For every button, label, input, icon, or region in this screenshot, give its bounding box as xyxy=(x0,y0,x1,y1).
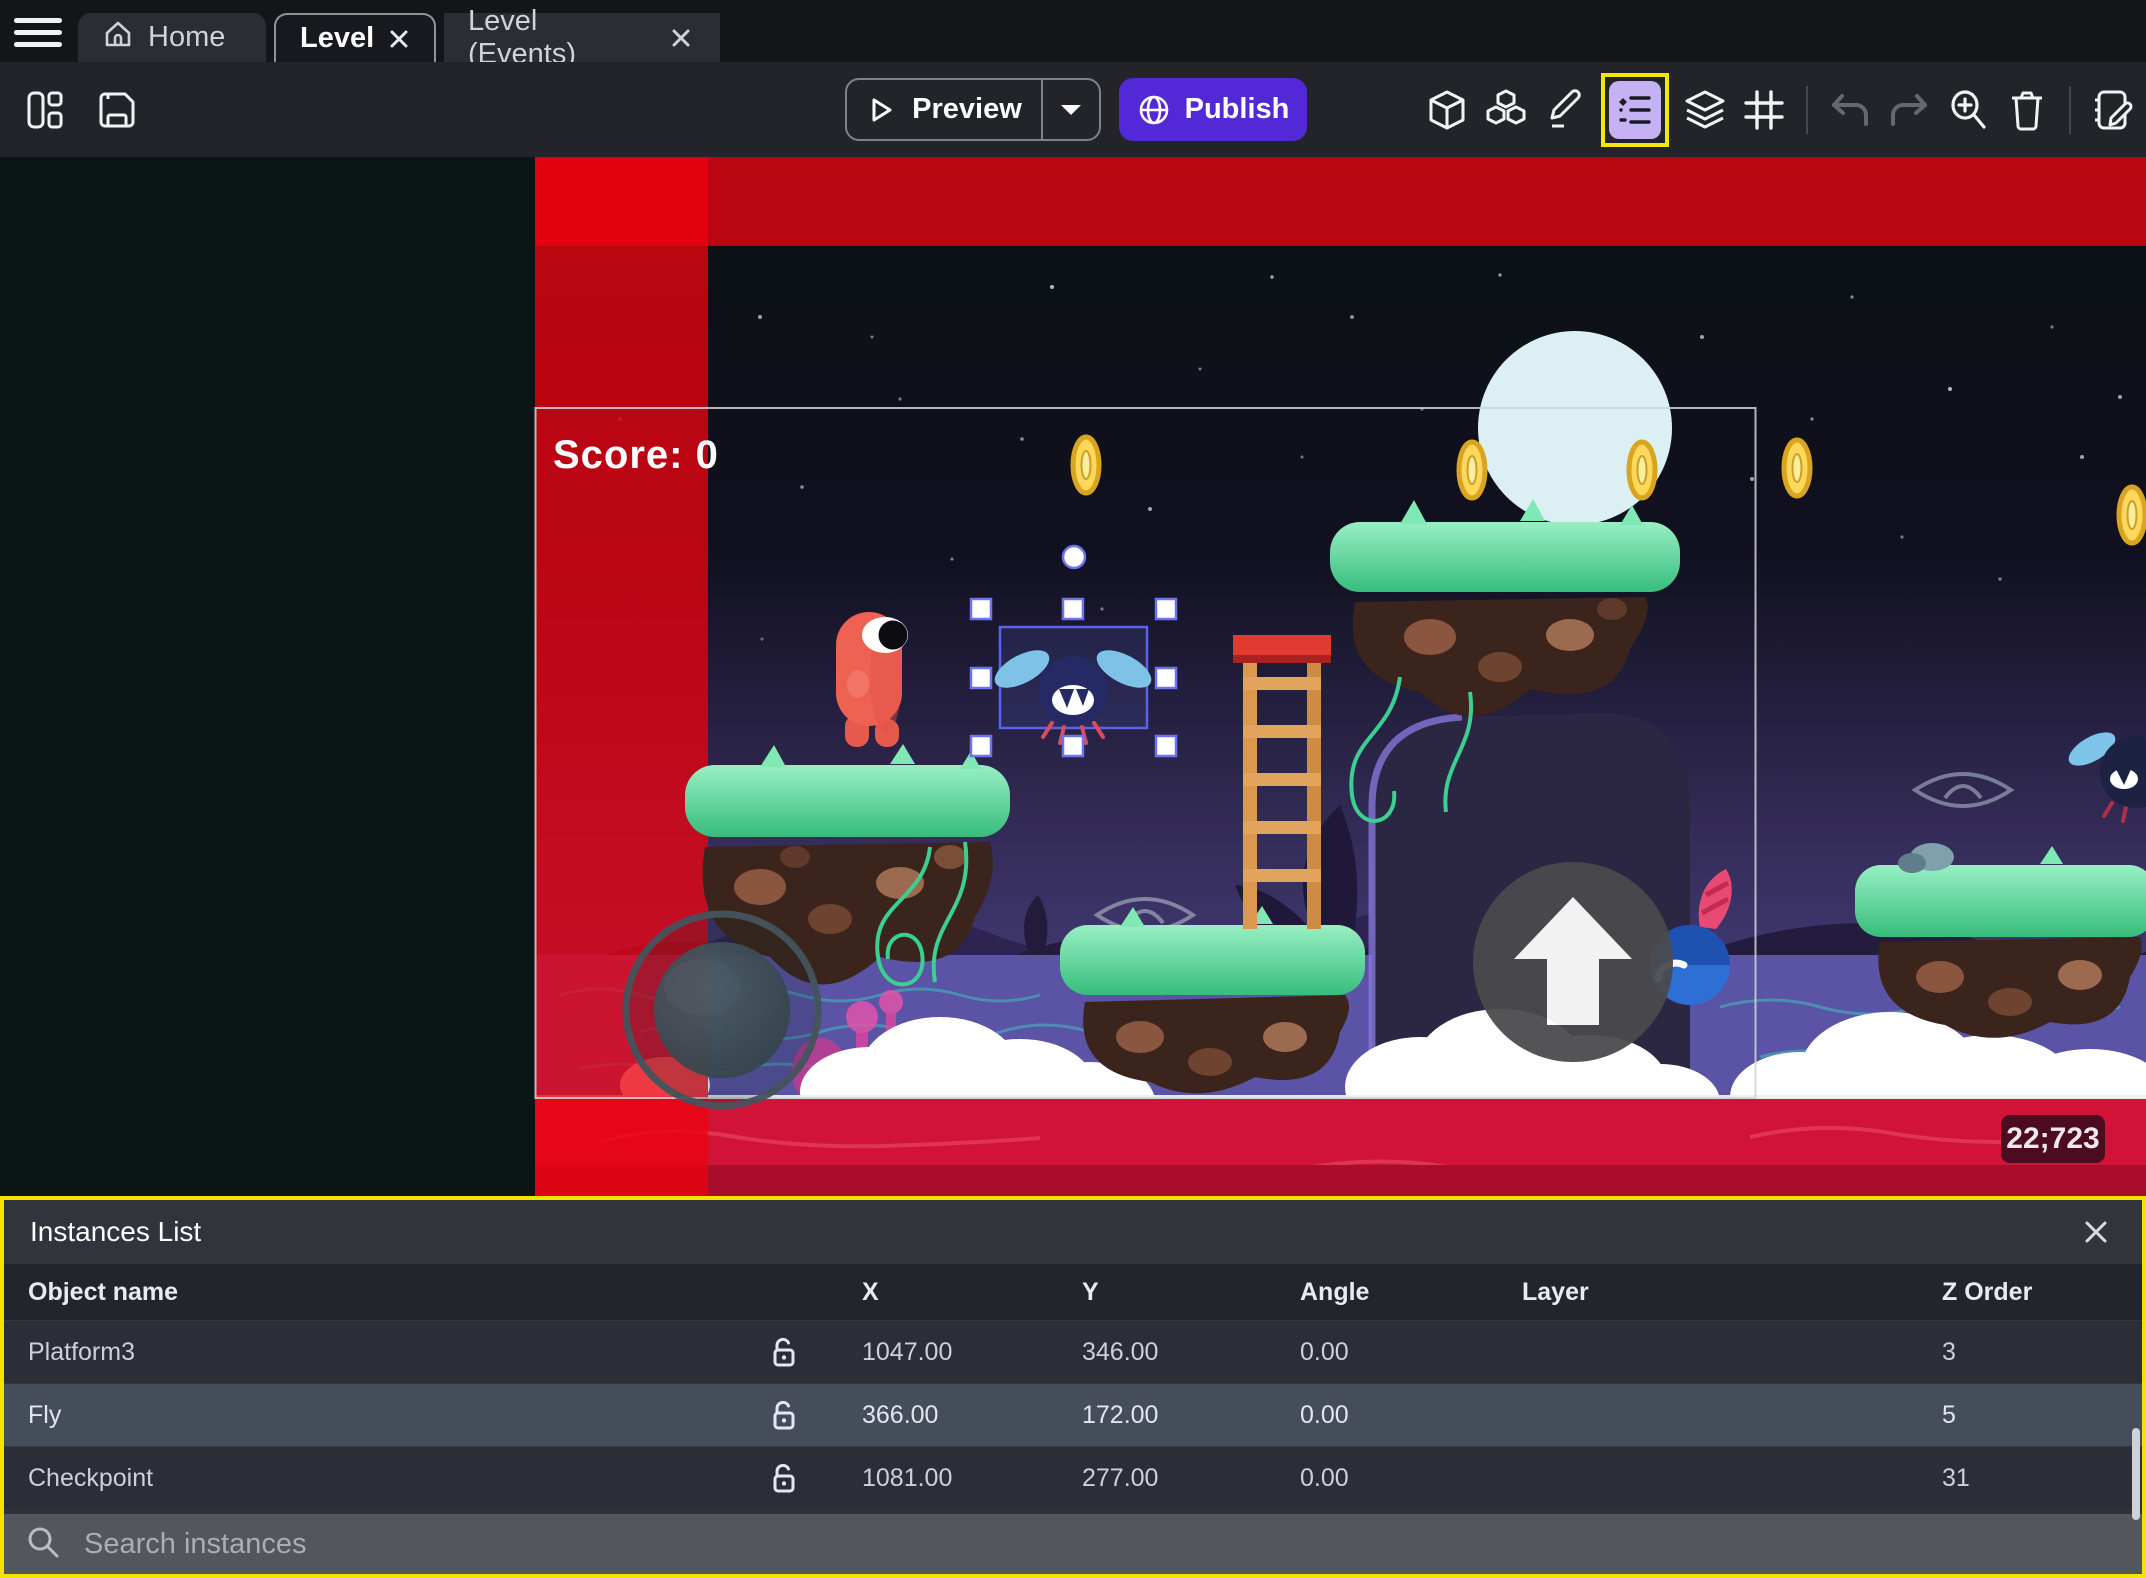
tab-bar: Home Level Level (Events) xyxy=(0,0,2146,70)
instance-y: 172.00 xyxy=(1082,1400,1159,1429)
gdevelop-editor-window: Home Level Level (Events) Preview Publis… xyxy=(0,0,2146,1578)
globe-icon xyxy=(1139,95,1168,124)
joystick-control[interactable] xyxy=(622,910,822,1110)
instance-z-order: 31 xyxy=(1942,1463,1970,1492)
instance-angle: 0.00 xyxy=(1300,1463,1349,1492)
column-header: Angle xyxy=(1300,1277,1370,1306)
rotation-handle[interactable] xyxy=(1061,544,1087,570)
hamburger-icon[interactable] xyxy=(14,13,62,51)
undo-icon[interactable] xyxy=(1827,85,1873,135)
panel-title: Instances List xyxy=(30,1216,202,1247)
scrollbar-thumb[interactable] xyxy=(2132,1428,2140,1520)
score-text-instance[interactable]: Score: 0 xyxy=(553,433,719,478)
redo-icon[interactable] xyxy=(1886,85,1932,135)
save-icon[interactable] xyxy=(94,85,140,135)
publish-label: Publish xyxy=(1184,93,1290,125)
coin[interactable] xyxy=(1626,439,1658,501)
lava-zone xyxy=(535,1098,2146,1196)
pencil-icon[interactable] xyxy=(1542,85,1588,135)
lock-open-icon[interactable] xyxy=(754,1336,814,1368)
cursor-coordinates-badge: 22;723 xyxy=(2001,1115,2105,1163)
column-header: X xyxy=(862,1277,879,1306)
chevron-down-icon[interactable] xyxy=(1043,80,1099,139)
instance-name: Checkpoint xyxy=(28,1463,154,1492)
instance-y: 346.00 xyxy=(1082,1337,1159,1366)
red-zone-horizontal[interactable] xyxy=(535,157,2146,246)
column-header: Y xyxy=(1082,1277,1099,1306)
zoom-in-icon[interactable] xyxy=(1945,85,1991,135)
instance-x: 1047.00 xyxy=(862,1337,953,1366)
coin[interactable] xyxy=(1070,434,1102,496)
table-header-row: Object name X Y Angle Layer Z Order xyxy=(4,1264,2142,1320)
table-row-selected[interactable]: Fly 366.00 172.00 0.00 5 xyxy=(4,1383,2142,1446)
instance-angle: 0.00 xyxy=(1300,1337,1349,1366)
tab-label: Home xyxy=(148,21,226,53)
instance-x: 1081.00 xyxy=(862,1463,953,1492)
cube-icon[interactable] xyxy=(1424,85,1470,135)
search-input[interactable] xyxy=(82,1526,2120,1562)
coin[interactable] xyxy=(2116,484,2146,546)
column-header: Z Order xyxy=(1942,1277,2033,1306)
main-toolbar: Preview Publish xyxy=(0,62,2146,157)
instance-z-order: 5 xyxy=(1942,1400,1956,1429)
divider xyxy=(1806,85,1808,134)
tab-label: Level xyxy=(300,22,375,54)
tab-level[interactable]: Level xyxy=(274,13,436,62)
tab-level-events[interactable]: Level (Events) xyxy=(444,5,720,70)
coin[interactable] xyxy=(1456,439,1488,501)
publish-button[interactable]: Publish xyxy=(1119,78,1307,141)
tab-home[interactable]: Home xyxy=(78,13,266,62)
column-header: Object name xyxy=(28,1277,179,1306)
close-icon[interactable] xyxy=(388,24,410,54)
close-icon[interactable] xyxy=(666,23,696,53)
grid-icon[interactable] xyxy=(1741,85,1787,135)
coin[interactable] xyxy=(1781,437,1813,499)
instances-list-icon[interactable] xyxy=(1601,72,1669,147)
instance-x: 366.00 xyxy=(862,1400,939,1429)
jump-button[interactable] xyxy=(1473,862,1673,1062)
instances-list-panel: Instances List Object name X Y Angle Lay… xyxy=(0,1196,2146,1578)
instance-name: Platform3 xyxy=(28,1337,135,1366)
close-icon[interactable] xyxy=(2076,1212,2116,1252)
table-row[interactable]: Checkpoint 1081.00 277.00 0.00 31 xyxy=(4,1446,2142,1509)
divider xyxy=(2069,85,2071,134)
trash-icon[interactable] xyxy=(2004,85,2050,135)
instance-z-order: 3 xyxy=(1942,1337,1956,1366)
instance-name: Fly xyxy=(28,1400,62,1429)
preview-button[interactable]: Preview xyxy=(845,78,1101,141)
layout-panels-icon[interactable] xyxy=(22,85,68,135)
play-icon xyxy=(872,98,892,121)
search-bar xyxy=(4,1514,2142,1574)
fly-instance-selected[interactable] xyxy=(989,625,1157,745)
layers-icon[interactable] xyxy=(1682,85,1728,135)
scene-canvas[interactable]: Score: 0 22;723 xyxy=(0,157,2146,1196)
table-row[interactable]: Platform3 1047.00 346.00 0.00 3 xyxy=(4,1320,2142,1383)
lock-open-icon[interactable] xyxy=(754,1399,814,1431)
notebook-edit-icon[interactable] xyxy=(2090,85,2136,135)
cubes-icon[interactable] xyxy=(1483,85,1529,135)
preview-label: Preview xyxy=(912,93,1022,125)
home-icon xyxy=(102,18,134,58)
tab-label: Level (Events) xyxy=(468,4,576,70)
search-icon xyxy=(26,1525,60,1564)
instance-angle: 0.00 xyxy=(1300,1400,1349,1429)
lock-open-icon[interactable] xyxy=(754,1462,814,1494)
column-header: Layer xyxy=(1522,1277,1589,1306)
instance-y: 277.00 xyxy=(1082,1463,1159,1492)
